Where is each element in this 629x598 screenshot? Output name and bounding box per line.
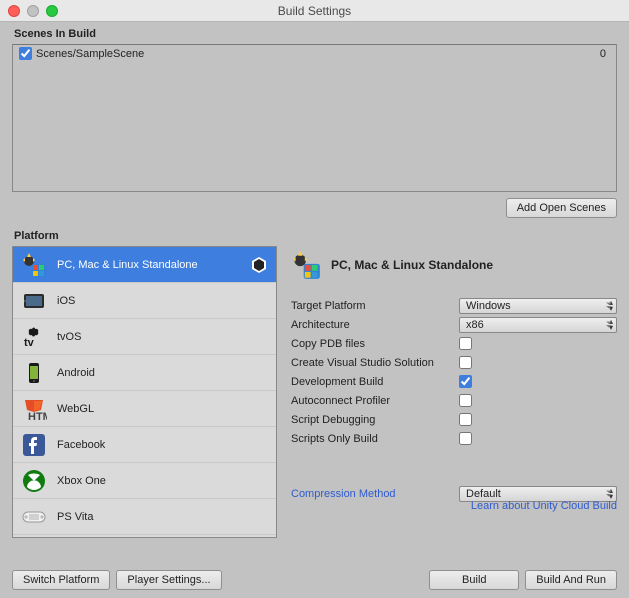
facebook-icon <box>21 432 47 458</box>
scene-name: Scenes/SampleScene <box>36 48 600 60</box>
switch-platform-button[interactable]: Switch Platform <box>12 570 110 590</box>
zoom-icon[interactable] <box>46 5 58 17</box>
platform-details: PC, Mac & Linux Standalone Target Platfo… <box>287 246 617 538</box>
architecture-select[interactable]: x86▴▾ <box>459 317 617 333</box>
build-and-run-button[interactable]: Build And Run <box>525 570 617 590</box>
scene-row[interactable]: Scenes/SampleScene 0 <box>13 45 616 62</box>
compression-label[interactable]: Compression Method <box>291 488 459 500</box>
window-title: Build Settings <box>0 4 629 18</box>
svg-text:HTML: HTML <box>28 411 47 422</box>
auto-profiler-checkbox[interactable] <box>459 394 472 407</box>
footer: Switch Platform Player Settings... Build… <box>12 570 617 590</box>
build-button[interactable]: Build <box>429 570 519 590</box>
psvita-icon <box>21 504 47 530</box>
copy-pdb-checkbox[interactable] <box>459 337 472 350</box>
player-settings-button[interactable]: Player Settings... <box>116 570 221 590</box>
close-icon[interactable] <box>8 5 20 17</box>
platform-item-webgl[interactable]: HTML WebGL <box>13 391 276 427</box>
standalone-icon <box>291 250 321 280</box>
create-vs-label: Create Visual Studio Solution <box>291 357 459 369</box>
xbox-icon <box>21 468 47 494</box>
dev-build-label: Development Build <box>291 376 459 388</box>
platform-item-android[interactable]: Android <box>13 355 276 391</box>
platform-label: Xbox One <box>57 475 268 487</box>
platform-label: PS Vita <box>57 511 268 523</box>
platform-label: PC, Mac & Linux Standalone <box>57 259 240 271</box>
platform-item-psvita[interactable]: PS Vita <box>13 499 276 535</box>
standalone-icon <box>21 252 47 278</box>
scenes-heading: Scenes In Build <box>0 22 629 44</box>
scripts-only-checkbox[interactable] <box>459 432 472 445</box>
auto-profiler-label: Autoconnect Profiler <box>291 395 459 407</box>
target-platform-label: Target Platform <box>291 300 459 312</box>
platform-item-xboxone[interactable]: Xbox One <box>13 463 276 499</box>
platform-item-tvos[interactable]: tv tvOS <box>13 319 276 355</box>
platform-heading: Platform <box>0 224 629 246</box>
copy-pdb-label: Copy PDB files <box>291 338 459 350</box>
add-open-scenes-button[interactable]: Add Open Scenes <box>506 198 617 218</box>
ios-icon <box>21 288 47 314</box>
minimize-icon[interactable] <box>27 5 39 17</box>
platform-item-standalone[interactable]: PC, Mac & Linux Standalone <box>13 247 276 283</box>
script-debug-checkbox[interactable] <box>459 413 472 426</box>
scene-checkbox[interactable] <box>19 47 32 60</box>
learn-cloud-build-link[interactable]: Learn about Unity Cloud Build <box>471 500 617 512</box>
android-icon <box>21 360 47 386</box>
unity-icon <box>250 256 268 274</box>
platform-label: Facebook <box>57 439 268 451</box>
platform-label: iOS <box>57 295 268 307</box>
scene-index: 0 <box>600 48 610 60</box>
platform-item-ios[interactable]: iOS <box>13 283 276 319</box>
webgl-icon: HTML <box>21 396 47 422</box>
tvos-icon: tv <box>21 324 47 350</box>
platform-label: tvOS <box>57 331 268 343</box>
svg-text:tv: tv <box>24 337 35 349</box>
architecture-label: Architecture <box>291 319 459 331</box>
scenes-list[interactable]: Scenes/SampleScene 0 <box>12 44 617 192</box>
dev-build-checkbox[interactable] <box>459 375 472 388</box>
create-vs-checkbox[interactable] <box>459 356 472 369</box>
platform-item-facebook[interactable]: Facebook <box>13 427 276 463</box>
script-debug-label: Script Debugging <box>291 414 459 426</box>
scripts-only-label: Scripts Only Build <box>291 433 459 445</box>
target-platform-select[interactable]: Windows▴▾ <box>459 298 617 314</box>
window-controls <box>0 5 58 17</box>
platform-label: Android <box>57 367 268 379</box>
platform-list[interactable]: PC, Mac & Linux Standalone iOS tv tvOS A… <box>12 246 277 538</box>
details-title: PC, Mac & Linux Standalone <box>331 258 493 272</box>
platform-label: WebGL <box>57 403 268 415</box>
titlebar: Build Settings <box>0 0 629 22</box>
